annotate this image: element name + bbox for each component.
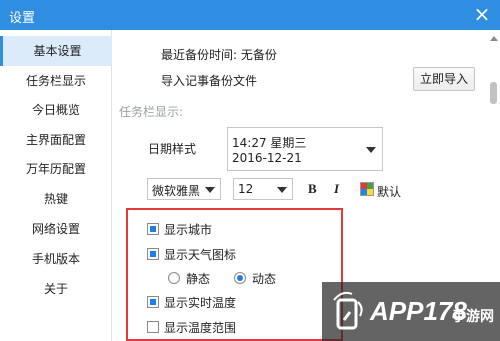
show-temp-range-checkbox[interactable] [147,321,159,333]
show-temp-range-label: 显示温度范围 [164,321,237,335]
close-icon[interactable]: × [470,3,494,27]
sidebar-item-calendar-config[interactable]: 万年历配置 [0,154,112,184]
sidebar-item-label: 手机版本 [31,252,80,266]
dynamic-radio[interactable] [234,272,246,284]
font-size-select[interactable]: 12 [233,178,293,200]
sidebar-item-about[interactable]: 关于 [0,274,112,304]
date-style-date: 2016-12-21 [232,151,302,165]
sidebar: 基本设置 任务栏显示 今日概览 主界面配置 万年历配置 热键 网络设置 手机版本… [0,30,112,341]
title-bar: 设置 × [0,0,500,30]
sidebar-item-label: 关于 [43,282,68,296]
default-font-label[interactable]: 默认 [377,183,401,200]
watermark-subtext: 手游网 [452,309,494,325]
date-style-label: 日期样式 [148,142,197,156]
dynamic-label: 动态 [252,272,277,286]
show-realtime-temp-label: 显示实时温度 [164,296,237,310]
sidebar-item-main-ui-config[interactable]: 主界面配置 [0,125,112,155]
show-city-checkbox[interactable] [147,223,159,235]
show-weather-icon-label: 显示天气图标 [164,248,237,262]
show-city-label: 显示城市 [164,223,213,237]
italic-button[interactable]: I [334,181,339,197]
sidebar-item-label: 任务栏显示 [25,74,86,88]
scrollbar-thumb[interactable] [490,82,497,104]
sidebar-item-label: 主界面配置 [25,133,86,147]
sidebar-item-hotkeys[interactable]: 热键 [0,184,112,214]
sidebar-item-label: 热键 [43,192,68,206]
watermark: APP178 手游网 [322,282,500,341]
date-style-select[interactable]: 14:27 星期三 2016-12-21 [227,127,383,171]
show-weather-icon-checkbox[interactable] [147,248,159,260]
sidebar-item-network[interactable]: 网络设置 [0,214,112,244]
last-backup-text: 最近备份时间: 无备份 [161,48,277,62]
static-radio[interactable] [168,272,180,284]
date-style-time: 14:27 星期三 [232,136,307,150]
font-family-select[interactable]: 微软雅黑 [147,178,221,200]
chevron-down-icon [277,187,287,193]
static-label: 静态 [186,272,211,286]
chevron-down-icon [366,147,376,153]
show-realtime-temp-checkbox[interactable] [147,296,159,308]
bold-button[interactable]: B [308,181,317,197]
chevron-down-icon [205,187,215,193]
watermark-logo-icon [333,291,363,330]
sidebar-item-label: 今日概览 [31,103,80,117]
taskbar-section-title: 任务栏显示: [119,105,184,119]
import-backup-label: 导入记事备份文件 [161,74,258,88]
sidebar-item-label: 网络设置 [31,222,80,236]
sidebar-item-label: 基本设置 [33,44,82,58]
sidebar-item-label: 万年历配置 [25,162,86,176]
scroll-up-icon[interactable] [490,36,498,41]
font-size-value: 12 [238,182,254,196]
sidebar-item-today-overview[interactable]: 今日概览 [0,95,112,125]
sidebar-item-taskbar-display[interactable]: 任务栏显示 [0,66,112,96]
sidebar-item-basic-settings[interactable]: 基本设置 [0,36,112,66]
color-picker-icon[interactable] [360,182,374,196]
sidebar-item-mobile-version[interactable]: 手机版本 [0,244,112,274]
window-title: 设置 [9,11,36,26]
import-now-button[interactable]: 立即导入 [413,67,475,91]
font-family-value: 微软雅黑 [152,184,201,198]
